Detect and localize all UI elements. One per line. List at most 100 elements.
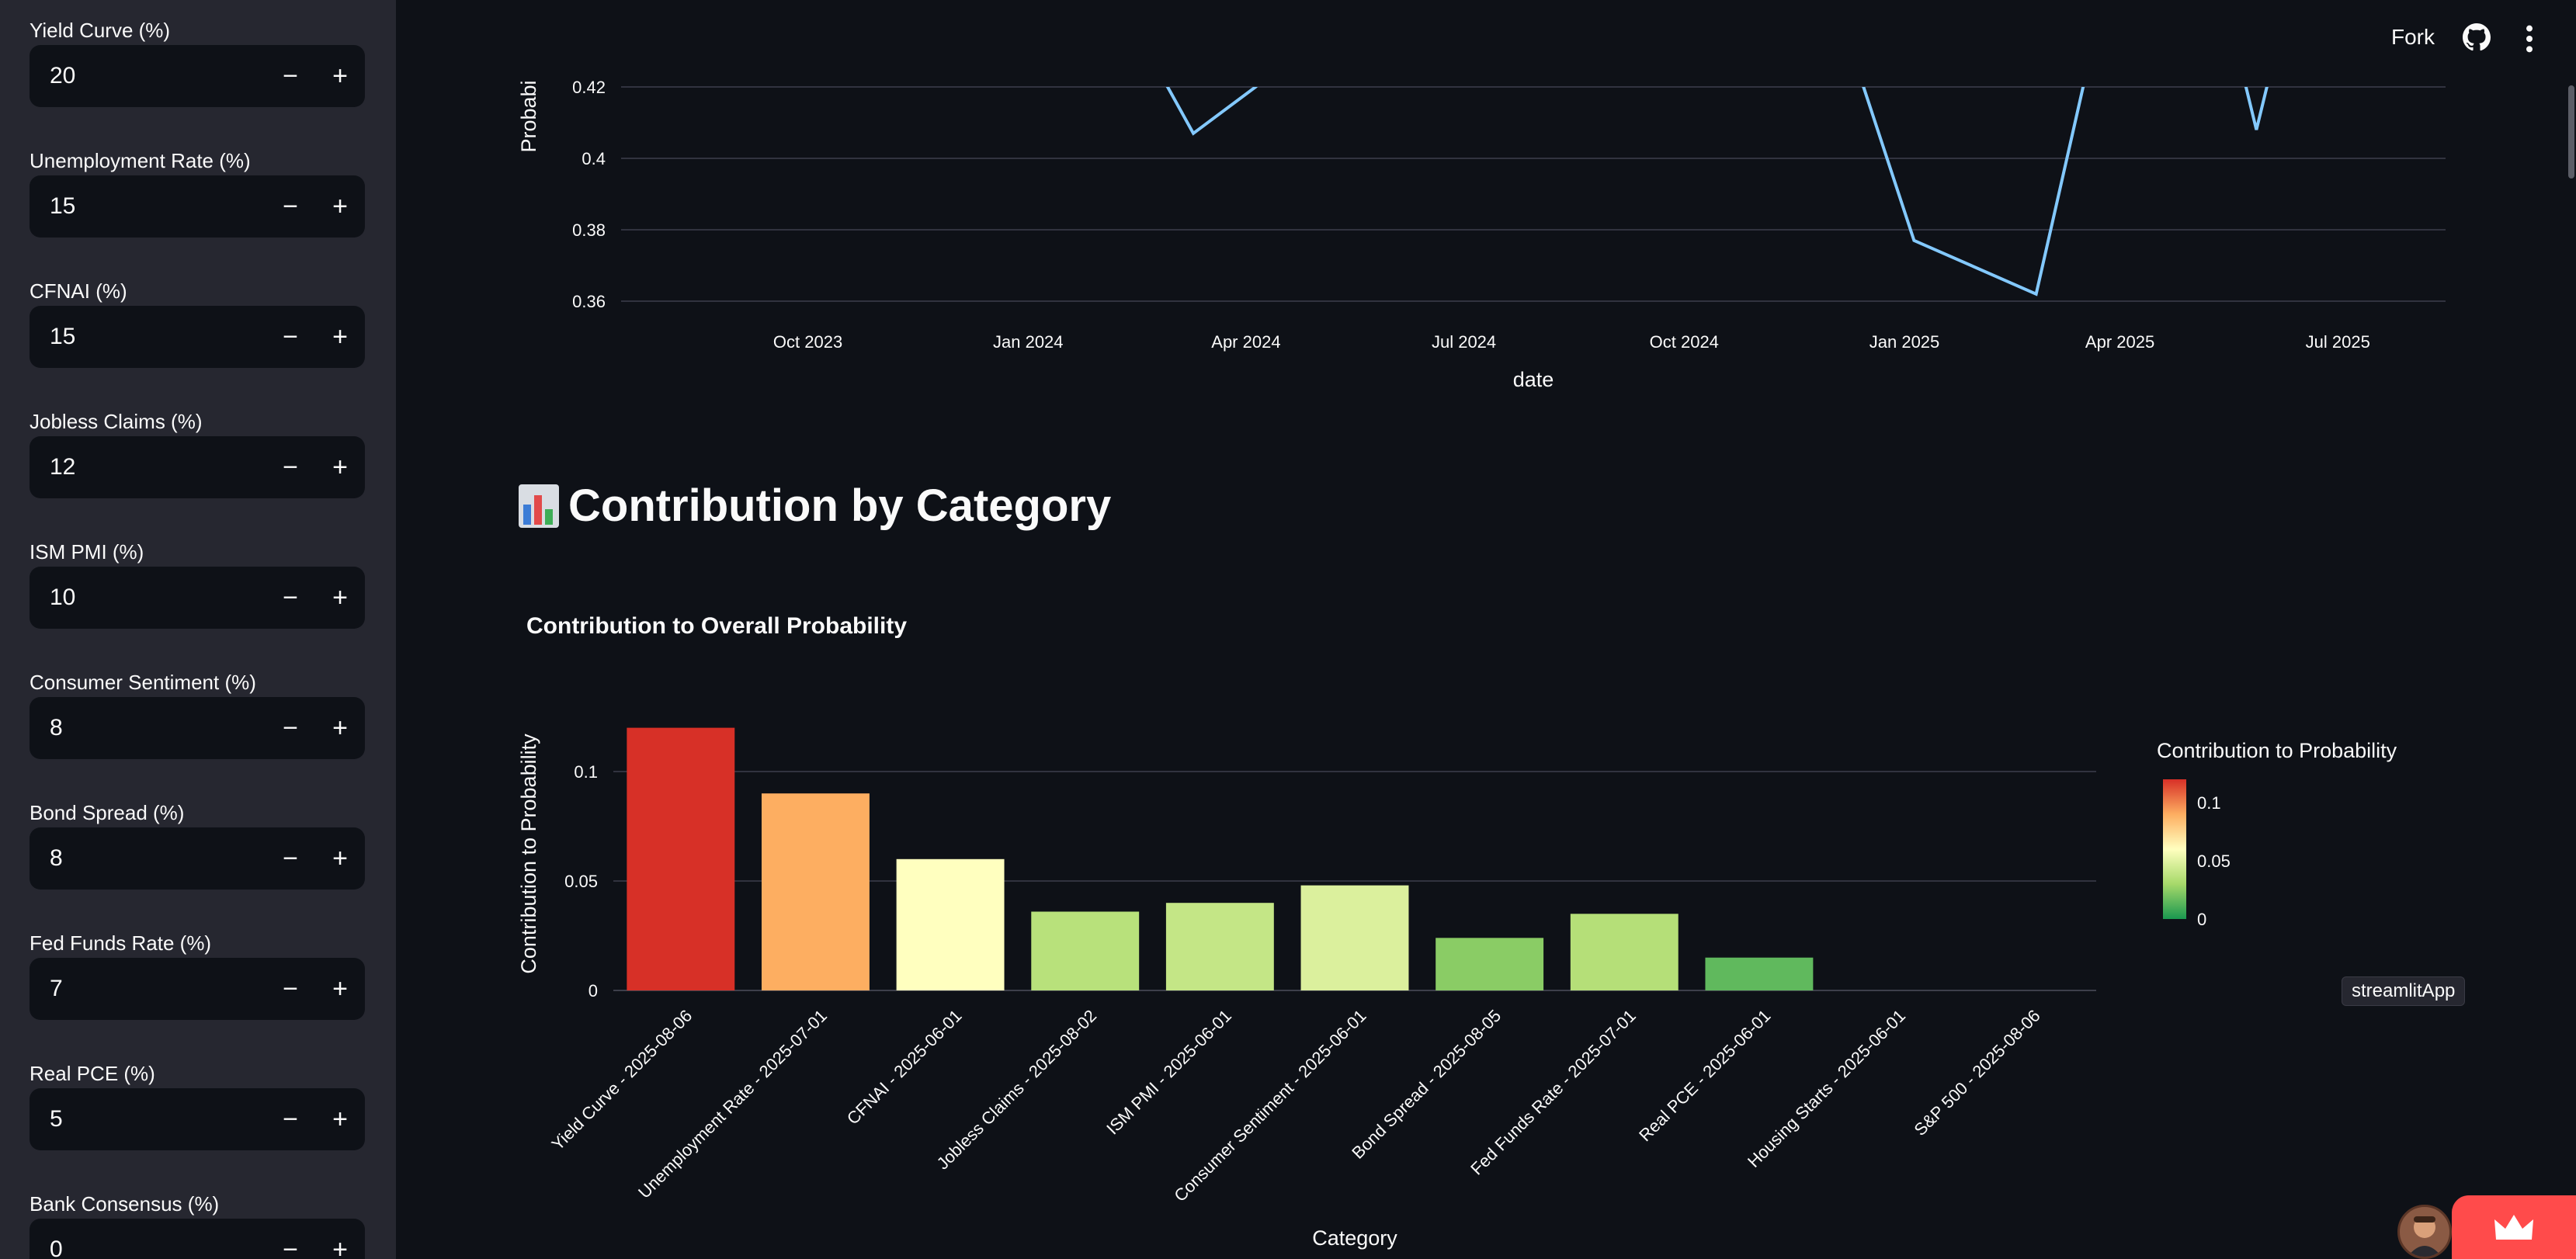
sidebar: Yield Curve (%) 20− + Unemployment Rate (%)… xyxy=(0,0,396,1259)
contribution-bar-chart: 00.050.1Yield Curve - 2025-08-06Unemploy… xyxy=(517,727,2397,1250)
field-label: ISM PMI (%) xyxy=(30,540,144,564)
sidebar-field: Consumer Sentiment (%) 8− + xyxy=(30,668,365,759)
number-input-value[interactable]: 20 xyxy=(30,63,266,89)
sidebar-field: ISM PMI (%) 10− + xyxy=(30,537,365,629)
decrement-button[interactable]: − xyxy=(266,306,315,368)
number-input-value[interactable]: 8 xyxy=(30,715,266,741)
field-label: Real PCE (%) xyxy=(30,1062,155,1085)
number-input[interactable]: 7− + xyxy=(30,958,365,1020)
number-input[interactable]: 15− + xyxy=(30,306,365,368)
x-tick-label: S&P 500 - 2025-08-06 xyxy=(1911,1006,2044,1139)
x-tick-label: Jul 2025 xyxy=(2306,332,2370,352)
number-input-value[interactable]: 10 xyxy=(30,584,266,611)
colorbar-tick-label: 0.1 xyxy=(2197,793,2221,813)
number-input[interactable]: 10− + xyxy=(30,567,365,629)
sidebar-field: Jobless Claims (%) 12− + xyxy=(30,407,365,498)
x-axis-label: date xyxy=(1513,368,1554,391)
increment-button[interactable]: + xyxy=(315,45,365,107)
y-axis-label: Probabi xyxy=(517,80,540,152)
field-label: Unemployment Rate (%) xyxy=(30,149,251,172)
number-input[interactable]: 5− + xyxy=(30,1088,365,1150)
x-tick-label: Housing Starts - 2025-06-01 xyxy=(1744,1006,1909,1171)
decrement-button[interactable]: − xyxy=(266,697,315,759)
colorbar-tick-label: 0 xyxy=(2197,910,2206,929)
bar xyxy=(1300,885,1409,990)
x-tick-label: CFNAI - 2025-06-01 xyxy=(843,1006,966,1129)
number-input-value[interactable]: 12 xyxy=(30,454,266,480)
increment-button[interactable]: + xyxy=(315,827,365,890)
sidebar-field: Real PCE (%) 5− + xyxy=(30,1059,365,1150)
y-tick-label: 0.05 xyxy=(564,872,598,891)
decrement-button[interactable]: − xyxy=(266,958,315,1020)
field-label: Jobless Claims (%) xyxy=(30,410,203,433)
number-input[interactable]: 15− + xyxy=(30,175,365,238)
bar-chart-title: Contribution to Overall Probability xyxy=(526,613,908,639)
crown-icon xyxy=(2494,1215,2533,1240)
x-tick-label: Apr 2025 xyxy=(2085,332,2154,352)
x-tick-label: Oct 2023 xyxy=(773,332,842,352)
increment-button[interactable]: + xyxy=(315,1088,365,1150)
increment-button[interactable]: + xyxy=(315,306,365,368)
probability-line-chart: 0.36 0.38 0.4 0.42 Oct 2023 Jan 2024 Apr 2024 J… xyxy=(517,78,2446,391)
decrement-button[interactable]: − xyxy=(266,1219,315,1259)
x-tick-label: Real PCE - 2025-06-01 xyxy=(1635,1006,1774,1145)
field-label: CFNAI (%) xyxy=(30,279,127,303)
number-input-value[interactable]: 15 xyxy=(30,193,266,220)
sidebar-field: CFNAI (%) 15− + xyxy=(30,276,365,368)
number-input-value[interactable]: 15 xyxy=(30,324,266,350)
x-tick-label: ISM PMI - 2025-06-01 xyxy=(1102,1006,1235,1139)
number-input[interactable]: 8− + xyxy=(30,827,365,890)
sidebar-field: Bond Spread (%) 8− + xyxy=(30,798,365,890)
kebab-menu-icon[interactable] xyxy=(2515,23,2543,54)
bar-chart-icon xyxy=(519,484,559,528)
crown-button[interactable] xyxy=(2452,1195,2576,1259)
decrement-button[interactable]: − xyxy=(266,436,315,498)
colorbar-tick-label: 0.05 xyxy=(2197,851,2231,871)
number-input-value[interactable]: 8 xyxy=(30,845,266,872)
sidebar-field: Yield Curve (%) 20− + xyxy=(30,16,365,107)
bar xyxy=(762,793,870,990)
sidebar-field: Fed Funds Rate (%) 7− + xyxy=(30,928,365,1020)
bar xyxy=(1031,911,1140,990)
number-input[interactable]: 8− + xyxy=(30,697,365,759)
bar xyxy=(1436,938,1544,990)
streamlit-app-tag: streamlitApp xyxy=(2342,976,2466,1006)
decrement-button[interactable]: − xyxy=(266,567,315,629)
x-tick-label: Jobless Claims - 2025-08-02 xyxy=(933,1006,1101,1174)
increment-button[interactable]: + xyxy=(315,436,365,498)
increment-button[interactable]: + xyxy=(315,958,365,1020)
bar xyxy=(896,858,1005,990)
decrement-button[interactable]: − xyxy=(266,45,315,107)
increment-button[interactable]: + xyxy=(315,1219,365,1259)
x-tick-label: Apr 2024 xyxy=(1211,332,1280,352)
section-heading-text: Contribution by Category xyxy=(568,480,1112,531)
y-tick-label: 0.1 xyxy=(574,762,598,782)
x-tick-label: Jan 2025 xyxy=(1870,332,1940,352)
x-tick-label: Bond Spread - 2025-08-05 xyxy=(1348,1006,1505,1163)
x-tick-label: Fed Funds Rate - 2025-07-01 xyxy=(1467,1006,1640,1179)
y-tick-label: 0.4 xyxy=(582,149,606,168)
number-input-value[interactable]: 5 xyxy=(30,1106,266,1132)
field-label: Yield Curve (%) xyxy=(30,19,171,42)
number-input-value[interactable]: 7 xyxy=(30,976,266,1002)
decrement-button[interactable]: − xyxy=(266,827,315,890)
y-axis-label: Contribution to Probability xyxy=(517,734,540,974)
increment-button[interactable]: + xyxy=(315,697,365,759)
number-input[interactable]: 20− + xyxy=(30,45,365,107)
increment-button[interactable]: + xyxy=(315,175,365,238)
field-label: Consumer Sentiment (%) xyxy=(30,671,256,694)
field-label: Bond Spread (%) xyxy=(30,801,185,824)
decrement-button[interactable]: − xyxy=(266,175,315,238)
x-tick-label: Jul 2024 xyxy=(1432,332,1496,352)
number-input-value[interactable]: 0 xyxy=(30,1236,266,1259)
decrement-button[interactable]: − xyxy=(266,1088,315,1150)
sidebar-field: Bank Consensus (%) 0− + xyxy=(30,1189,365,1259)
increment-button[interactable]: + xyxy=(315,567,365,629)
user-avatar-icon[interactable] xyxy=(2397,1205,2452,1259)
scrollbar-thumb[interactable] xyxy=(2568,85,2574,179)
number-input[interactable]: 0− + xyxy=(30,1219,365,1259)
number-input[interactable]: 12− + xyxy=(30,436,365,498)
field-label: Bank Consensus (%) xyxy=(30,1192,220,1216)
bar xyxy=(1570,914,1679,990)
bar xyxy=(1165,903,1274,990)
